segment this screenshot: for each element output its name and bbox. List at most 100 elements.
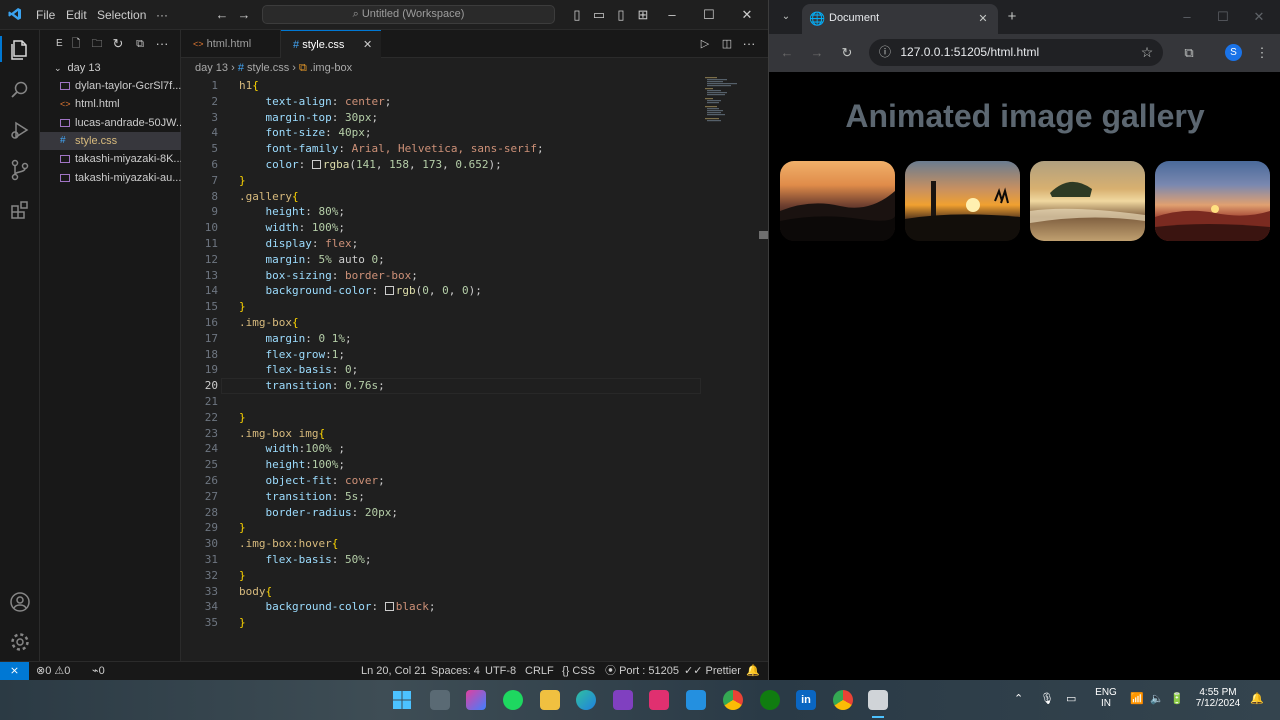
- code-line[interactable]: margin: 0 1%;: [239, 331, 351, 347]
- code-line[interactable]: }: [239, 299, 246, 315]
- close-tab-icon[interactable]: ✕: [975, 11, 991, 27]
- code-line[interactable]: .img-box img{: [239, 426, 325, 442]
- code-line[interactable]: font-size: 40px;: [239, 125, 371, 141]
- chrome-menu-icon[interactable]: ⋮: [1254, 45, 1270, 61]
- reload-icon[interactable]: ↻: [839, 45, 855, 61]
- tab-html[interactable]: <> html.html: [181, 30, 281, 58]
- microphone-icon[interactable]: 🎙: [1040, 692, 1054, 705]
- code-line[interactable]: .img-box{: [239, 315, 299, 331]
- explorer-icon[interactable]: [8, 38, 32, 62]
- file-item[interactable]: lucas-andrade-50JW...: [40, 114, 181, 132]
- code-line[interactable]: flex-grow:1;: [239, 347, 344, 363]
- file-item[interactable]: <> html.html: [40, 95, 181, 113]
- code-line[interactable]: }: [239, 173, 246, 189]
- gallery-image-mountain-sunrise[interactable]: [1155, 161, 1270, 241]
- new-tab-plus-icon[interactable]: +: [1004, 9, 1020, 25]
- code-line[interactable]: color: rgba(141, 158, 173, 0.652);: [239, 157, 501, 173]
- code-line[interactable]: text-align: center;: [239, 94, 391, 110]
- bookmark-star-icon[interactable]: ☆: [1139, 44, 1155, 60]
- new-folder-icon[interactable]: 🗀: [89, 36, 105, 52]
- clock[interactable]: 4:55 PM 7/12/2024: [1190, 687, 1246, 709]
- color-swatch[interactable]: [311, 160, 321, 169]
- code-editor[interactable]: 1 h1{2 text-align: center; 3 margin-top: 3…: [181, 76, 768, 661]
- minimap[interactable]: [703, 76, 749, 136]
- tray-app-icon[interactable]: ▭: [1066, 692, 1076, 705]
- live-server-port[interactable]: ⦿ Port : 51205: [605, 662, 679, 680]
- close-window-icon[interactable]: ✕: [739, 7, 755, 23]
- battery-icon[interactable]: 🔋: [1170, 692, 1184, 705]
- edge-icon[interactable]: [576, 690, 596, 710]
- code-line[interactable]: flex-basis: 0;: [239, 362, 358, 378]
- refresh-icon[interactable]: ↻: [110, 36, 126, 52]
- file-item[interactable]: takashi-miyazaki-au...: [40, 169, 181, 187]
- minimize-icon[interactable]: –: [664, 7, 680, 23]
- problems-indicator[interactable]: ⊗0 ⚠0: [36, 662, 70, 680]
- encoding[interactable]: UTF-8: [485, 662, 516, 680]
- gallery-image-island-waves[interactable]: [1030, 161, 1145, 241]
- prettier-status[interactable]: ✓✓ Prettier: [684, 662, 741, 680]
- source-control-icon[interactable]: [8, 158, 32, 182]
- notifications-bell-icon[interactable]: 🔔: [1250, 692, 1264, 705]
- code-line[interactable]: .img-box:hover{: [239, 536, 338, 552]
- breadcrumb-symbol[interactable]: .img-box: [310, 62, 352, 74]
- gallery-image-sunset-hills[interactable]: [780, 161, 895, 241]
- close-window-icon[interactable]: ✕: [1251, 9, 1267, 25]
- notifications-bell-icon[interactable]: 🔔: [746, 662, 760, 680]
- split-editor-icon[interactable]: ◫: [719, 36, 735, 52]
- linkedin-icon[interactable]: in: [796, 690, 816, 710]
- language-mode[interactable]: {} CSS: [562, 662, 595, 680]
- copilot-icon[interactable]: [466, 690, 486, 710]
- tray-chevron-up-icon[interactable]: ⌃: [1014, 692, 1023, 705]
- code-line[interactable]: }: [239, 520, 246, 536]
- code-line[interactable]: width:100% ;: [239, 441, 345, 457]
- spotify-icon[interactable]: [503, 690, 523, 710]
- back-arrow-icon[interactable]: ←: [779, 45, 795, 61]
- file-item[interactable]: dylan-taylor-GcrSl7f...: [40, 77, 181, 95]
- code-line[interactable]: box-sizing: border-box;: [239, 268, 417, 284]
- menu-more[interactable]: ···: [156, 8, 168, 22]
- task-view-icon[interactable]: [430, 690, 450, 710]
- code-line[interactable]: transition: 0.76s;: [239, 378, 384, 394]
- forward-arrow-icon[interactable]: →: [236, 7, 252, 23]
- extensions-puzzle-icon[interactable]: ⧉: [1181, 45, 1197, 61]
- new-file-icon[interactable]: 🗋: [68, 36, 84, 52]
- accounts-icon[interactable]: [8, 590, 32, 614]
- menu-selection[interactable]: Selection: [97, 8, 146, 22]
- close-tab-icon[interactable]: ✕: [363, 31, 372, 59]
- code-line[interactable]: }: [239, 410, 246, 426]
- code-line[interactable]: h1{: [239, 78, 259, 94]
- command-center-search[interactable]: ⌕ Untitled (Workspace): [262, 5, 555, 24]
- snipping-tool-icon[interactable]: [868, 690, 888, 710]
- code-line[interactable]: height: 80%;: [239, 204, 345, 220]
- back-arrow-icon[interactable]: ←: [214, 7, 230, 23]
- breadcrumb-folder[interactable]: day 13: [195, 62, 228, 74]
- code-line[interactable]: border-radius: 20px;: [239, 505, 397, 521]
- toggle-sidebar-icon[interactable]: ▯: [569, 7, 585, 23]
- cursor-position[interactable]: Ln 20, Col 21: [361, 662, 426, 680]
- code-line[interactable]: margin-top: 30px;: [239, 110, 378, 126]
- sidebar-more-icon[interactable]: ···: [154, 36, 170, 52]
- chrome-tab-document[interactable]: 🌐 Document ✕: [802, 4, 998, 34]
- color-swatch[interactable]: [384, 286, 394, 296]
- remote-indicator-icon[interactable]: ⨯: [0, 662, 29, 680]
- toggle-panel-icon[interactable]: ▭: [591, 7, 607, 23]
- chrome-profile-icon[interactable]: [833, 690, 853, 710]
- menu-edit[interactable]: Edit: [66, 8, 87, 22]
- ports-indicator[interactable]: ⌁0: [92, 662, 105, 680]
- address-bar[interactable]: ⓘ 127.0.0.1:51205/html.html ☆: [869, 39, 1163, 66]
- manage-gear-icon[interactable]: [8, 630, 32, 654]
- search-icon[interactable]: [8, 78, 32, 102]
- code-line[interactable]: width: 100%;: [239, 220, 345, 236]
- code-line[interactable]: }: [239, 615, 246, 631]
- code-line[interactable]: font-family: Arial, Helvetica, sans-seri…: [239, 141, 543, 157]
- file-item-selected[interactable]: # style.css: [40, 132, 181, 150]
- windows-start-icon[interactable]: [392, 690, 412, 710]
- scrollbar-marker[interactable]: [759, 231, 768, 239]
- run-debug-icon[interactable]: [8, 118, 32, 142]
- run-icon[interactable]: ▷: [697, 36, 713, 52]
- code-line[interactable]: flex-basis: 50%;: [239, 552, 371, 568]
- maximize-icon[interactable]: ☐: [701, 7, 717, 23]
- intellij-icon[interactable]: [649, 690, 669, 710]
- code-line[interactable]: background-color: rgb(0, 0, 0);: [239, 283, 481, 299]
- vscode-taskbar-icon[interactable]: [686, 690, 706, 710]
